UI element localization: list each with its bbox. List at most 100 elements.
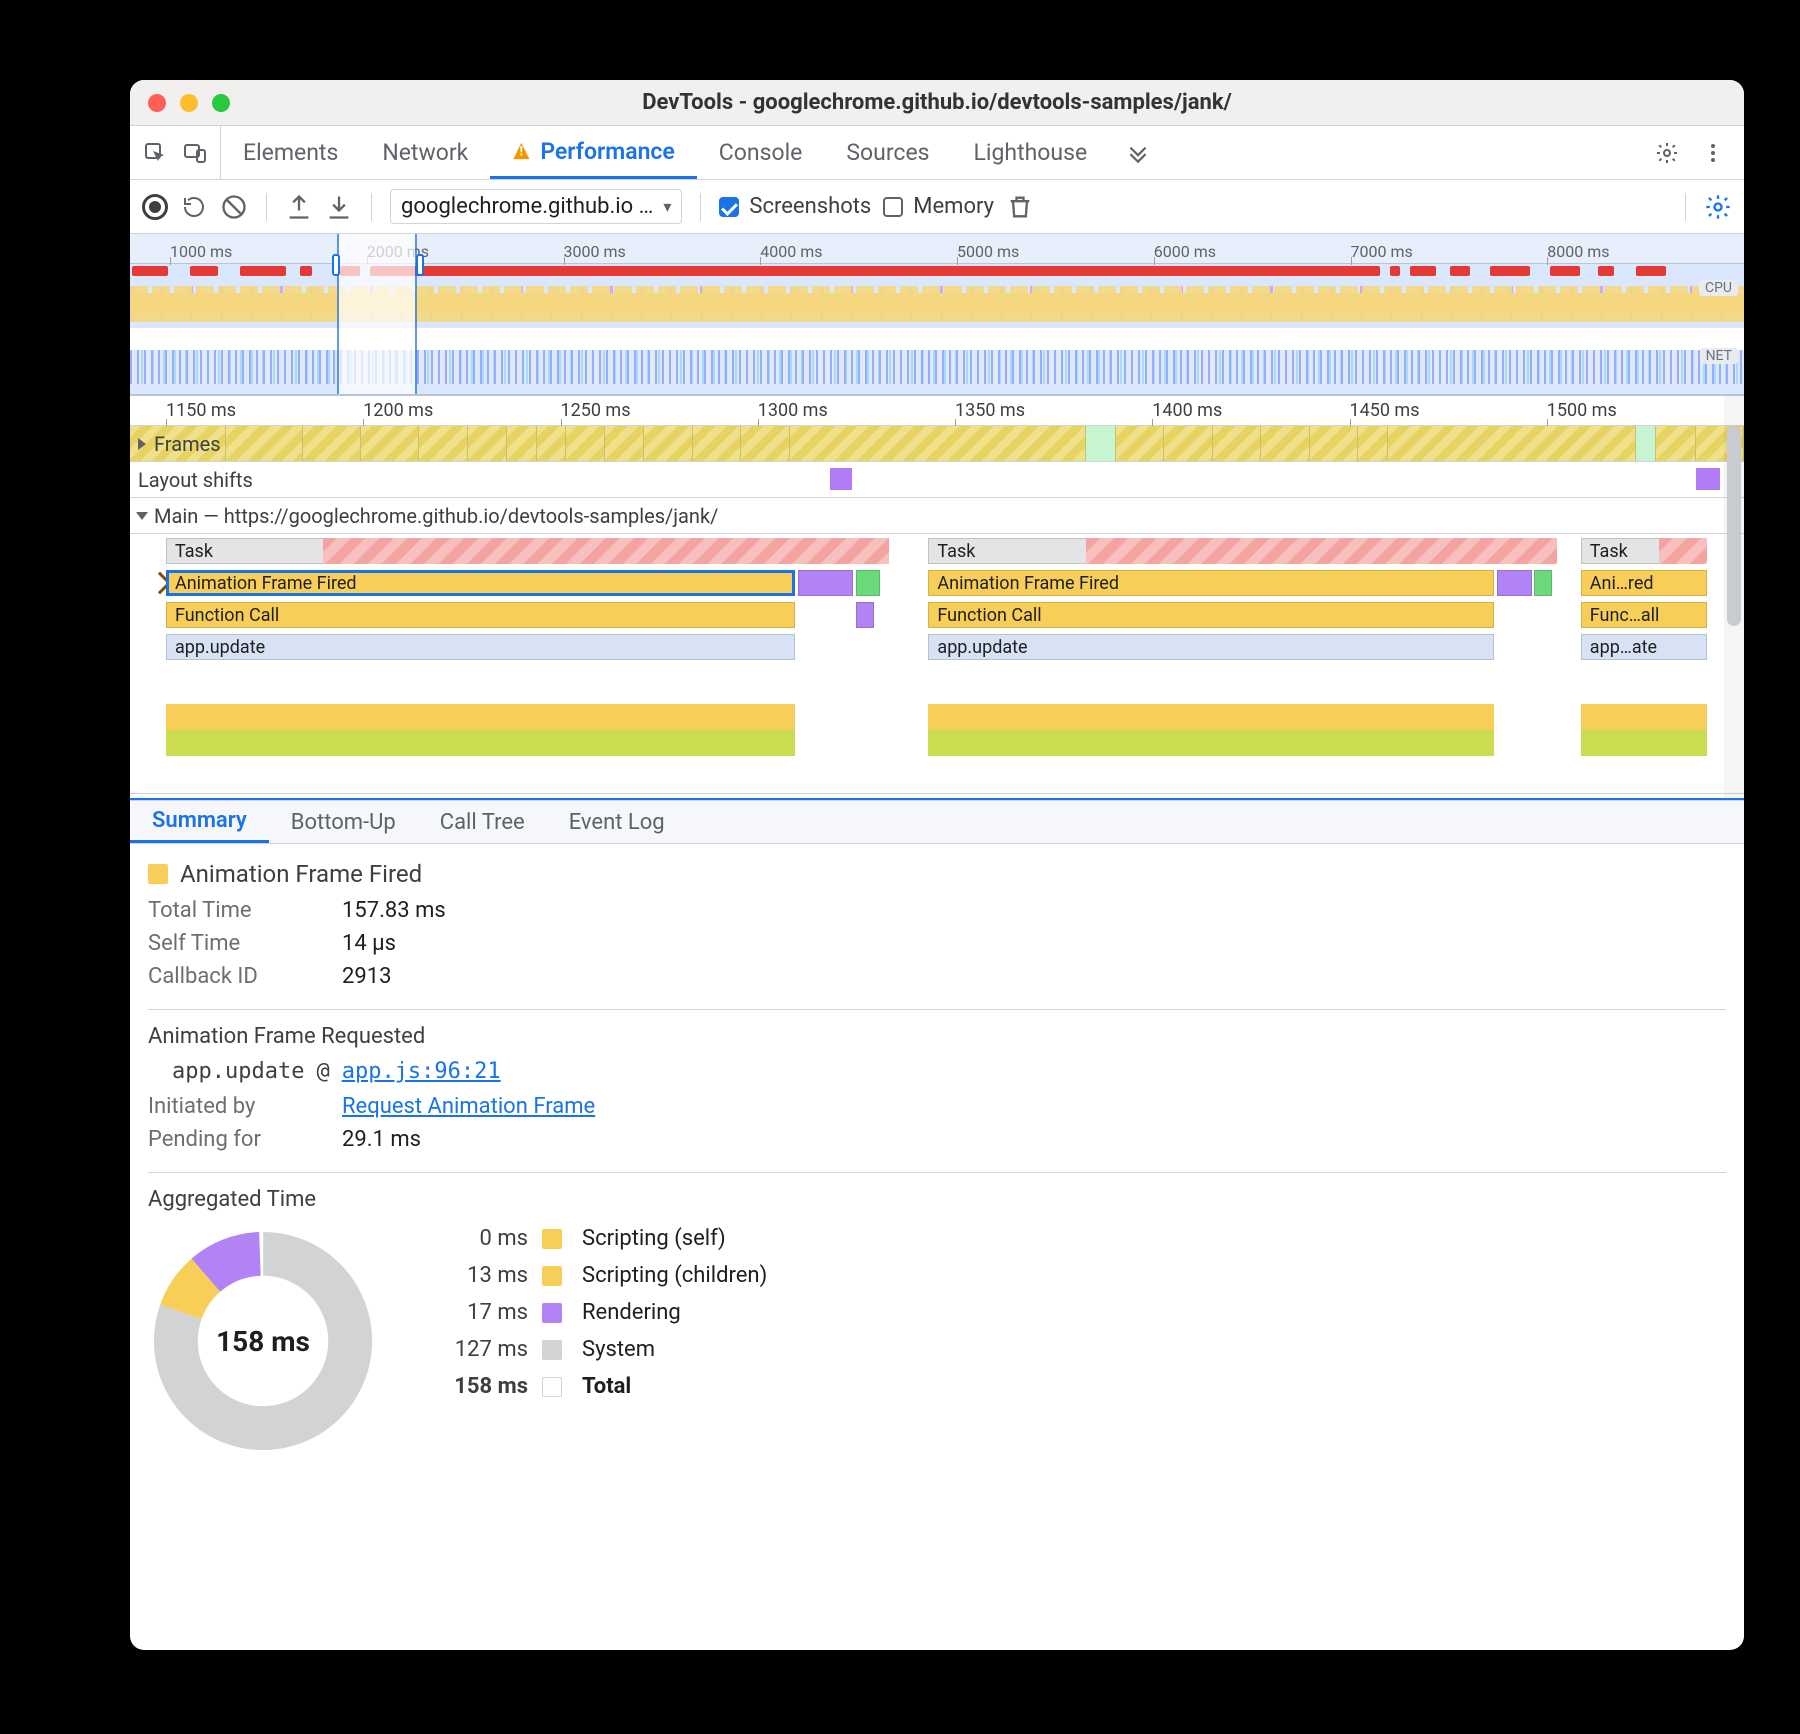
seg-label: Task: [937, 541, 975, 562]
overview-handle-right[interactable]: [416, 254, 424, 276]
tab-lighthouse[interactable]: Lighthouse: [952, 126, 1110, 179]
recording-selector[interactable]: googlechrome.github.io … ▾: [390, 189, 682, 224]
tab-label: Lighthouse: [974, 139, 1088, 166]
summary-tab-bottom-up[interactable]: Bottom-Up: [269, 801, 418, 843]
track-layout-shifts[interactable]: Layout shifts: [130, 462, 1744, 498]
tick-label: 4000 ms: [760, 242, 822, 261]
seg-label: Task: [175, 541, 213, 562]
seg-label: app.update: [937, 637, 1027, 658]
legend-num: 0 ms: [418, 1226, 528, 1251]
tick-label: 1200 ms: [363, 400, 433, 421]
chevron-down-icon: ▾: [663, 197, 671, 216]
inspect-icon[interactable]: [140, 138, 170, 168]
kv-value: Request Animation Frame: [342, 1094, 1726, 1119]
initiator-link[interactable]: Request Animation Frame: [342, 1094, 595, 1119]
flame-seg-fcall[interactable]: Func…all: [1581, 602, 1707, 628]
summary-panel[interactable]: Animation Frame Fired Total Time 157.83 …: [130, 844, 1744, 1472]
minimize-icon[interactable]: [180, 94, 198, 112]
legend-num: 158 ms: [418, 1374, 528, 1399]
tab-label: Console: [719, 139, 803, 166]
memory-checkbox[interactable]: Memory: [883, 194, 994, 219]
summary-tab-event-log[interactable]: Event Log: [547, 801, 687, 843]
flame-seg-layout[interactable]: [1497, 570, 1532, 596]
tab-elements[interactable]: Elements: [221, 126, 360, 179]
panel-left-tools: [130, 126, 221, 179]
tick-label: 1150 ms: [166, 400, 236, 421]
seg-label: Animation Frame Fired: [175, 573, 357, 594]
tab-console[interactable]: Console: [697, 126, 825, 179]
tab-label: Summary: [152, 808, 247, 833]
kebab-icon[interactable]: [1698, 138, 1728, 168]
tab-label: Performance: [540, 138, 674, 165]
reload-icon[interactable]: [180, 193, 208, 221]
flame-seg-fcall[interactable]: Function Call: [928, 602, 1494, 628]
tick-label: 1250 ms: [561, 400, 631, 421]
flame-seg-tiny[interactable]: [856, 602, 874, 628]
tick-label: 1500 ms: [1547, 400, 1617, 421]
seg-label: Func…all: [1590, 605, 1660, 626]
legend-swatch: [542, 1377, 562, 1397]
donut-center: 158 ms: [148, 1226, 378, 1456]
clear-icon[interactable]: [220, 193, 248, 221]
zoom-icon[interactable]: [212, 94, 230, 112]
flame-chart[interactable]: Task Task Task Animation Frame Fired Ani…: [130, 534, 1744, 794]
upload-icon[interactable]: [285, 193, 313, 221]
legend-num: 17 ms: [418, 1300, 528, 1325]
flame-seg-aff[interactable]: Ani…red: [1581, 570, 1707, 596]
summary-tab-call-tree[interactable]: Call Tree: [418, 801, 547, 843]
flame-seg-paint[interactable]: [856, 570, 880, 596]
seg-label: app…ate: [1590, 637, 1657, 658]
timeline-scrollbar[interactable]: [1724, 396, 1744, 798]
track-frames[interactable]: Frames null: [130, 426, 1744, 462]
flame-seg-appupdate[interactable]: app.update: [928, 634, 1494, 660]
flame-seg-appupdate[interactable]: app.update: [166, 634, 795, 660]
summary-tab-summary[interactable]: Summary: [130, 801, 269, 843]
gc-icon[interactable]: [1006, 193, 1034, 221]
source-link[interactable]: app.js:96:21: [342, 1059, 501, 1084]
source-row: app.update @ app.js:96:21: [172, 1059, 1726, 1084]
tick-label: 7000 ms: [1351, 242, 1413, 261]
overview-handle-left[interactable]: [332, 254, 340, 276]
tab-label: Sources: [846, 139, 929, 166]
settings-icon[interactable]: [1652, 138, 1682, 168]
legend-swatch: [542, 1340, 562, 1360]
flame-seg-aff[interactable]: Animation Frame Fired: [928, 570, 1494, 596]
download-icon[interactable]: [325, 193, 353, 221]
flame-seg-aff[interactable]: Animation Frame Fired: [166, 570, 795, 596]
tab-performance[interactable]: Performance: [490, 126, 696, 179]
timeline[interactable]: 1150 ms 1200 ms 1250 ms 1300 ms 1350 ms …: [130, 396, 1744, 800]
overview-selection[interactable]: [337, 234, 417, 394]
overview-strip[interactable]: 1000 ms 2000 ms 3000 ms 4000 ms 5000 ms …: [130, 234, 1744, 396]
legend-label: Total: [582, 1374, 767, 1399]
track-main[interactable]: Main — https://googlechrome.github.io/de…: [130, 498, 1744, 534]
flame-seg-layout[interactable]: [798, 570, 853, 596]
screenshots-checkbox[interactable]: Screenshots: [719, 194, 871, 219]
aggregated-time: Aggregated Time 158 ms: [148, 1172, 1726, 1456]
tab-sources[interactable]: Sources: [824, 126, 951, 179]
track-label-text: Main — https://googlechrome.github.io/de…: [154, 504, 718, 528]
legend-label: Scripting (self): [582, 1226, 767, 1251]
device-toolbar-icon[interactable]: [180, 138, 210, 168]
more-tabs-icon[interactable]: [1109, 126, 1167, 179]
seg-label: Function Call: [937, 605, 1041, 626]
summary-initiator: Animation Frame Requested app.update @ a…: [148, 1009, 1726, 1152]
close-icon[interactable]: [148, 94, 166, 112]
flame-seg-paint[interactable]: [1534, 570, 1553, 596]
tab-network[interactable]: Network: [360, 126, 490, 179]
tab-label: Network: [382, 139, 468, 166]
aggregated-legend: 0 ms Scripting (self) 13 ms Scripting (c…: [418, 1226, 767, 1399]
flame-seg-fcall[interactable]: Function Call: [166, 602, 795, 628]
track-label: Layout shifts: [138, 468, 253, 492]
track-label: Frames: [154, 432, 221, 456]
capture-settings-icon[interactable]: [1704, 193, 1732, 221]
initiator-kv: Initiated by Request Animation Frame Pen…: [148, 1094, 1726, 1152]
tab-label: Event Log: [569, 810, 665, 835]
section-title: Aggregated Time: [148, 1187, 1726, 1212]
warning-icon: [512, 142, 530, 160]
flame-seg-appupdate[interactable]: app…ate: [1581, 634, 1707, 660]
kv-key: Callback ID: [148, 964, 318, 989]
legend-swatch: [542, 1266, 562, 1286]
record-icon[interactable]: [142, 194, 168, 220]
scroll-thumb[interactable]: [1727, 426, 1741, 626]
seg-label: Function Call: [175, 605, 279, 626]
